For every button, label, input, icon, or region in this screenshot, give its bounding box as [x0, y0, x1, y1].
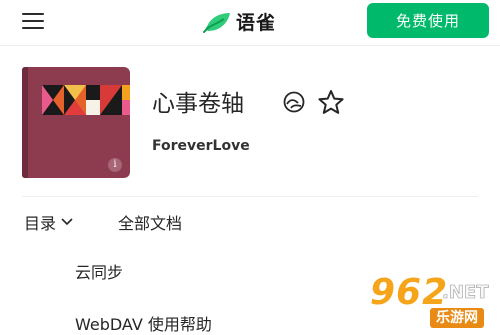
watermark-number: 962: [370, 272, 449, 313]
watermark-suffix: .NET: [442, 282, 489, 304]
cover-pattern: [42, 85, 130, 115]
tab-catalog[interactable]: 目录: [24, 210, 73, 234]
tab-all-docs[interactable]: 全部文档: [118, 210, 182, 234]
toc-item[interactable]: WebDAV 使用帮助: [75, 311, 212, 335]
menu-icon[interactable]: [20, 10, 46, 32]
toc-item[interactable]: 云同步: [75, 259, 123, 283]
brand-name: 语雀: [236, 11, 277, 34]
privacy-icon: [283, 91, 305, 113]
chevron-down-icon: [61, 218, 73, 226]
book-spine: [22, 67, 28, 178]
tab-catalog-label: 目录: [24, 214, 57, 233]
brand-logo[interactable]: 语雀: [200, 7, 276, 35]
free-use-button[interactable]: 免费使用: [367, 3, 489, 38]
book-cover[interactable]: i: [22, 67, 130, 178]
divider: [22, 196, 478, 197]
top-bar: 语雀 免费使用: [0, 0, 500, 46]
book-title: 心事卷轴: [152, 91, 244, 117]
site-watermark: 962 .NET 乐游网: [360, 270, 500, 333]
star-icon[interactable]: [317, 89, 345, 115]
cover-info-icon[interactable]: i: [108, 158, 122, 172]
watermark-site-name: 乐游网: [430, 308, 484, 328]
book-owner[interactable]: ForeverLove: [152, 138, 250, 154]
yuque-logo-icon: [203, 13, 230, 33]
